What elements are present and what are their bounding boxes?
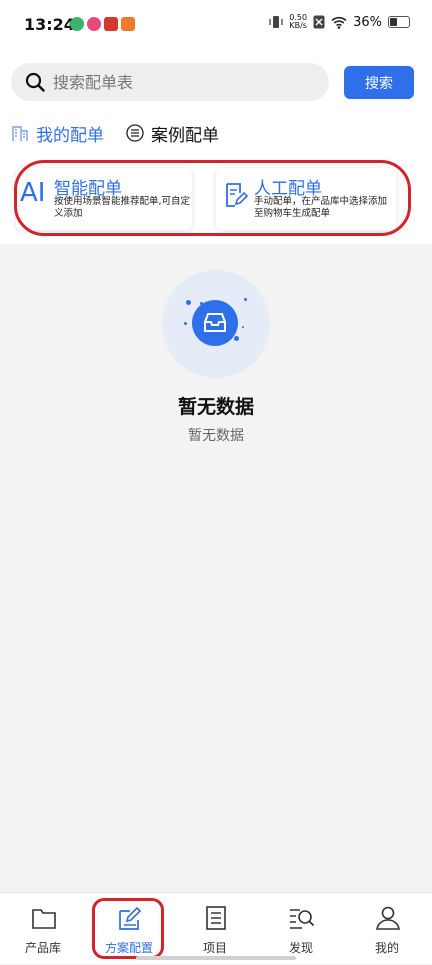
inbox-icon bbox=[192, 300, 238, 346]
tab-my-orders[interactable]: 我的配单 bbox=[11, 121, 104, 146]
folder-icon bbox=[32, 909, 56, 929]
search-input[interactable] bbox=[53, 63, 313, 101]
app-notification-icon bbox=[104, 17, 118, 31]
network-speed-unit: KB/s bbox=[289, 21, 307, 30]
tab-bar: 我的配单 案例配单 bbox=[11, 120, 241, 146]
ai-icon: AI bbox=[20, 178, 46, 208]
manual-order-desc: 手动配单，在产品库中选择添加至购物车生成配单 bbox=[254, 196, 388, 219]
edit-doc-icon bbox=[119, 906, 142, 930]
edit-document-icon bbox=[226, 183, 248, 207]
nav-label: 产品库 bbox=[24, 941, 61, 955]
status-bar: 13:24 0.50 KB/s 36% bbox=[0, 0, 432, 50]
user-icon bbox=[376, 906, 400, 930]
app-notification-icon bbox=[70, 17, 84, 31]
battery-percent: 36% bbox=[353, 14, 382, 30]
nav-discover[interactable]: 发现 bbox=[258, 893, 344, 965]
list-doc-icon bbox=[206, 906, 226, 930]
decor-dot bbox=[242, 326, 244, 328]
search-button[interactable]: 搜索 bbox=[344, 66, 414, 99]
discover-search-icon bbox=[290, 909, 315, 929]
search-bar[interactable] bbox=[11, 63, 329, 101]
bottom-nav: 产品库 方案配置 项目 发现 我的 bbox=[0, 892, 432, 964]
app-notification-icon bbox=[87, 17, 101, 31]
nav-label: 项目 bbox=[202, 941, 227, 955]
vibrate-icon bbox=[269, 16, 283, 28]
order-type-cards: AI 智能配单 按使用场景智能推荐配单,可自定义添加 人工配单 手动配单，在产品… bbox=[16, 168, 408, 232]
no-sim-icon bbox=[313, 15, 325, 29]
nav-label: 我的 bbox=[374, 941, 399, 955]
nav-label: 发现 bbox=[288, 941, 313, 955]
decor-dot bbox=[244, 298, 247, 301]
nav-solution-config[interactable]: 方案配置 bbox=[86, 893, 172, 965]
nav-product-library[interactable]: 产品库 bbox=[0, 893, 86, 965]
empty-subtitle: 暂无数据 bbox=[188, 428, 244, 444]
empty-illustration bbox=[162, 270, 270, 378]
smart-order-desc: 按使用场景智能推荐配单,可自定义添加 bbox=[54, 196, 191, 219]
tab-my-orders-label: 我的配单 bbox=[36, 125, 104, 146]
nav-mine[interactable]: 我的 bbox=[344, 893, 430, 965]
tab-case-orders-label: 案例配单 bbox=[151, 125, 219, 146]
smart-order-card[interactable]: AI 智能配单 按使用场景智能推荐配单,可自定义添加 bbox=[16, 168, 192, 230]
status-time: 13:24 bbox=[24, 15, 75, 34]
building-icon bbox=[12, 126, 28, 141]
wifi-icon bbox=[331, 16, 347, 29]
network-speed: 0.50 KB/s bbox=[289, 14, 307, 30]
search-icon bbox=[25, 72, 45, 92]
list-circle-icon bbox=[126, 124, 144, 142]
battery-icon bbox=[388, 16, 410, 28]
manual-order-card[interactable]: 人工配单 手动配单，在产品库中选择添加至购物车生成配单 bbox=[216, 168, 396, 230]
decor-dot bbox=[186, 300, 191, 305]
nav-label: 方案配置 bbox=[104, 941, 153, 955]
tab-case-orders[interactable]: 案例配单 bbox=[126, 121, 219, 146]
decor-dot bbox=[184, 322, 187, 325]
nav-projects[interactable]: 项目 bbox=[172, 893, 258, 965]
app-notification-icon bbox=[121, 17, 135, 31]
empty-state: 暂无数据 暂无数据 bbox=[0, 270, 432, 445]
home-indicator[interactable] bbox=[136, 956, 296, 960]
notification-icons bbox=[70, 17, 135, 31]
status-right: 0.50 KB/s 36% bbox=[269, 14, 410, 30]
empty-title: 暂无数据 bbox=[177, 396, 254, 418]
